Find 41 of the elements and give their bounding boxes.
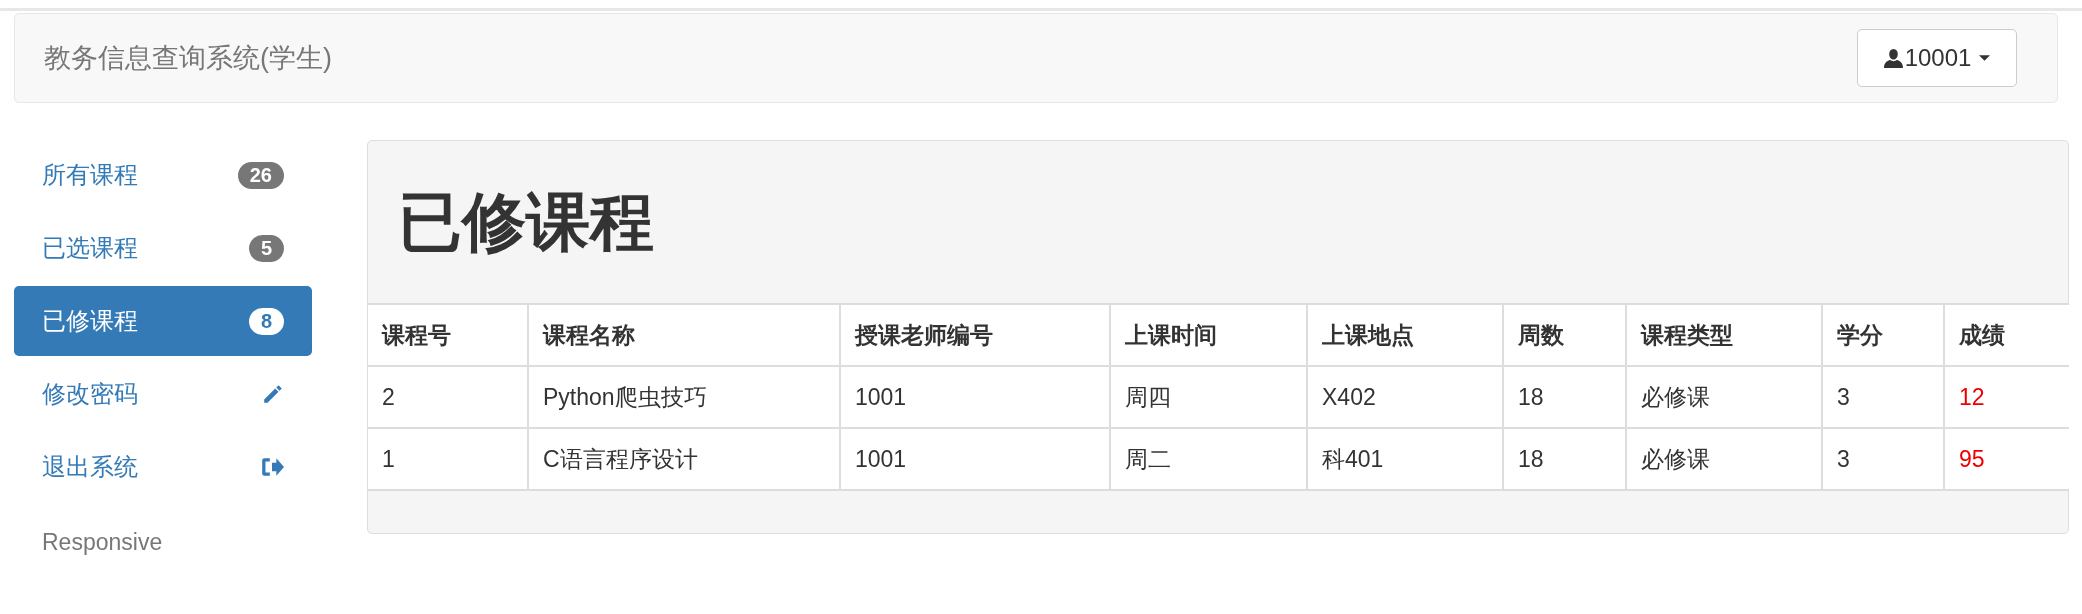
caret-icon	[1979, 55, 1991, 61]
column-header: 上课地点	[1307, 304, 1503, 366]
table-cell: 18	[1503, 428, 1626, 490]
page-heading: 已修课程	[397, 184, 655, 260]
pencil-icon	[262, 383, 284, 405]
count-badge: 26	[237, 161, 284, 189]
count-badge: 8	[248, 307, 284, 335]
user-icon	[1883, 47, 1903, 69]
app-title: 教务信息查询系统(学生)	[44, 42, 332, 75]
table-cell: C语言程序设计	[528, 428, 840, 490]
sidebar-item[interactable]: 已修课程 8	[14, 286, 312, 356]
column-header: 课程名称	[528, 304, 840, 366]
table-cell: 周四	[1110, 366, 1307, 428]
table-cell: 科401	[1307, 428, 1503, 490]
sidebar-item[interactable]: 已选课程 5	[14, 213, 312, 283]
table-cell: 1	[368, 428, 528, 490]
column-header: 上课时间	[1110, 304, 1307, 366]
table-cell: 周二	[1110, 428, 1307, 490]
sidebar-item[interactable]: 所有课程 26	[14, 140, 312, 210]
column-header: 课程类型	[1626, 304, 1822, 366]
column-header: 周数	[1503, 304, 1626, 366]
column-header: 课程号	[368, 304, 528, 366]
sidebar-item[interactable]: 修改密码	[14, 359, 312, 429]
count-badge: 5	[248, 234, 284, 262]
table-cell: X402	[1307, 366, 1503, 428]
table-cell: 3	[1822, 428, 1944, 490]
table-cell: 1001	[840, 428, 1110, 490]
logout-icon	[260, 456, 284, 478]
table-cell: 必修课	[1626, 428, 1822, 490]
user-menu-button[interactable]: 10001	[1857, 29, 2017, 87]
table-cell: 3	[1822, 366, 1944, 428]
column-header: 学分	[1822, 304, 1944, 366]
table-cell: 必修课	[1626, 366, 1822, 428]
table-cell: 1001	[840, 366, 1110, 428]
column-header: 成绩	[1944, 304, 2069, 366]
table-cell: Python爬虫技巧	[528, 366, 840, 428]
column-header: 授课老师编号	[840, 304, 1110, 366]
table-cell: 18	[1503, 366, 1626, 428]
table-cell: 2	[368, 366, 528, 428]
sidebar-item[interactable]: 退出系统	[14, 432, 312, 502]
sidebar-footer-text: Responsive	[41, 528, 164, 557]
